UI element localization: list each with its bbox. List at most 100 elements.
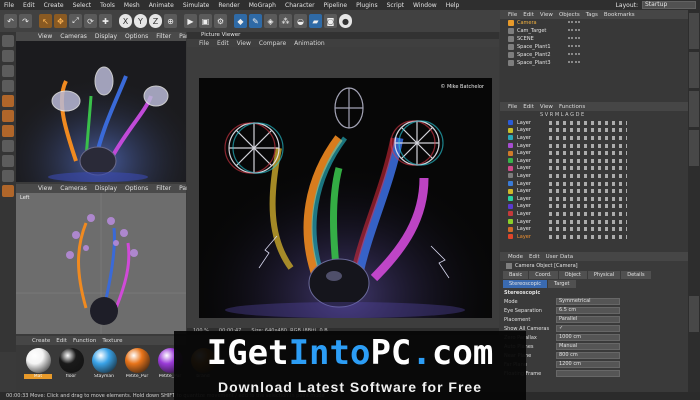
attribute-value-field[interactable] xyxy=(556,370,620,377)
object-row[interactable]: Camera xyxy=(500,19,688,27)
render-view-icon[interactable]: ▶ xyxy=(184,14,197,28)
menu-script[interactable]: Script xyxy=(387,2,404,9)
layer-color-swatch[interactable] xyxy=(508,203,513,209)
points-mode-icon[interactable] xyxy=(2,95,14,107)
redo-icon[interactable]: ↷ xyxy=(19,14,32,28)
layer-color-swatch[interactable] xyxy=(508,165,513,171)
attribute-value-field[interactable]: 1000 cm xyxy=(556,334,620,341)
om-menu-file[interactable]: File xyxy=(508,12,517,18)
light-icon[interactable]: ● xyxy=(339,14,352,28)
cube-primitive-icon[interactable]: ◆ xyxy=(234,14,247,28)
layer-row[interactable]: Layer xyxy=(500,233,688,241)
layer-color-swatch[interactable] xyxy=(508,173,513,179)
viewport-menu-view[interactable]: View xyxy=(38,33,52,40)
camera-icon[interactable]: ◙ xyxy=(324,14,337,28)
rendered-image[interactable]: © Mike Batchelor xyxy=(199,78,492,318)
subdivision-icon[interactable]: ◈ xyxy=(264,14,277,28)
om-menu-view[interactable]: View xyxy=(540,12,553,18)
tab-stereoscopic[interactable]: Stereoscopic xyxy=(503,280,548,288)
polygons-mode-icon[interactable] xyxy=(2,125,14,137)
left-viewport[interactable]: View Cameras Display Options Filter Pane… xyxy=(16,184,195,334)
layer-row[interactable]: Layer xyxy=(500,210,688,218)
om-menu-edit[interactable]: Edit xyxy=(523,12,534,18)
attribute-value-field[interactable]: ✓ xyxy=(556,325,620,332)
layer-color-swatch[interactable] xyxy=(508,226,513,232)
layer-row[interactable]: Layer xyxy=(500,218,688,226)
layer-row[interactable]: Layer xyxy=(500,225,688,233)
layer-row[interactable]: Layer xyxy=(500,127,688,135)
x-axis-icon[interactable]: X xyxy=(119,14,132,28)
mm-menu-create[interactable]: Create xyxy=(32,338,50,344)
menu-mograph[interactable]: MoGraph xyxy=(249,2,276,9)
layer-row[interactable]: Layer xyxy=(500,180,688,188)
menu-window[interactable]: Window xyxy=(413,2,437,9)
edge-tab-layers[interactable] xyxy=(689,130,699,166)
floor-icon[interactable]: ▰ xyxy=(309,14,322,28)
layout-dropdown[interactable]: Startup xyxy=(642,1,696,9)
layer-flags[interactable] xyxy=(548,128,627,133)
layer-row[interactable]: Layer xyxy=(500,157,688,165)
tweak-mode-icon[interactable] xyxy=(2,155,14,167)
pv-menu-file[interactable]: File xyxy=(199,40,209,47)
snap-icon[interactable] xyxy=(2,170,14,182)
object-row[interactable]: Space_Plant2 xyxy=(500,51,688,59)
menu-tools[interactable]: Tools xyxy=(100,2,115,9)
layer-flags[interactable] xyxy=(548,234,627,239)
visibility-dots-icon[interactable] xyxy=(568,61,580,65)
edge-tab-objects[interactable] xyxy=(689,13,699,49)
layer-color-swatch[interactable] xyxy=(508,211,513,217)
menu-animate[interactable]: Animate xyxy=(149,2,174,9)
menu-edit[interactable]: Edit xyxy=(23,2,35,9)
object-row[interactable]: SCENE xyxy=(500,35,688,43)
layer-flags[interactable] xyxy=(548,158,627,163)
viewport-menu-cameras[interactable]: Cameras xyxy=(60,33,87,40)
workplane-icon[interactable] xyxy=(2,80,14,92)
layer-flags[interactable] xyxy=(548,204,627,209)
tab-coord[interactable]: Coord. xyxy=(529,271,558,279)
mm-menu-edit[interactable]: Edit xyxy=(56,338,67,344)
coordinate-system-icon[interactable]: ⊕ xyxy=(164,14,177,28)
make-editable-icon[interactable] xyxy=(2,35,14,47)
layer-row[interactable]: Layer xyxy=(500,142,688,150)
layer-color-swatch[interactable] xyxy=(508,143,513,149)
layer-color-swatch[interactable] xyxy=(508,196,513,202)
tab-physical[interactable]: Physical xyxy=(587,271,621,279)
layer-flags[interactable] xyxy=(548,196,627,201)
menu-plugins[interactable]: Plugins xyxy=(356,2,378,9)
layer-color-swatch[interactable] xyxy=(508,158,513,164)
viewport-menu-filter[interactable]: Filter xyxy=(156,185,171,192)
viewport-menu-display[interactable]: Display xyxy=(95,33,117,40)
material-item[interactable]: Mat xyxy=(24,348,52,379)
object-row[interactable]: Cam_Target xyxy=(500,27,688,35)
render-picture-viewer-icon[interactable]: ▣ xyxy=(199,14,212,28)
pv-menu-animation[interactable]: Animation xyxy=(294,40,325,47)
menu-character[interactable]: Character xyxy=(285,2,315,9)
undo-icon[interactable]: ↶ xyxy=(4,14,17,28)
visibility-dots-icon[interactable] xyxy=(568,37,580,41)
model-mode-icon[interactable] xyxy=(2,50,14,62)
material-item[interactable]: floor xyxy=(57,348,85,379)
object-row[interactable]: Space_Plant3 xyxy=(500,59,688,67)
menu-create[interactable]: Create xyxy=(44,2,64,9)
menu-mesh[interactable]: Mesh xyxy=(124,2,140,9)
layer-flags[interactable] xyxy=(548,151,627,156)
layer-color-swatch[interactable] xyxy=(508,150,513,156)
om-menu-tags[interactable]: Tags xyxy=(586,12,598,18)
layer-color-swatch[interactable] xyxy=(508,219,513,225)
tab-object[interactable]: Object xyxy=(558,271,587,279)
viewport-menu-options[interactable]: Options xyxy=(125,33,148,40)
menu-select[interactable]: Select xyxy=(73,2,92,9)
magnet-icon[interactable] xyxy=(2,185,14,197)
visibility-dots-icon[interactable] xyxy=(568,29,580,33)
array-icon[interactable]: ⁂ xyxy=(279,14,292,28)
layer-row[interactable]: Layer xyxy=(500,203,688,211)
visibility-dots-icon[interactable] xyxy=(568,53,580,57)
attribute-value-field[interactable]: Manual xyxy=(556,343,620,350)
am-menu-mode[interactable]: Mode xyxy=(508,254,523,260)
layer-flags[interactable] xyxy=(548,227,627,232)
edges-mode-icon[interactable] xyxy=(2,110,14,122)
scale-tool-icon[interactable]: ⤢ xyxy=(69,14,82,28)
viewport-menu-filter[interactable]: Filter xyxy=(156,33,171,40)
menu-simulate[interactable]: Simulate xyxy=(183,2,210,9)
attribute-value-field[interactable]: Parallel xyxy=(556,316,620,323)
